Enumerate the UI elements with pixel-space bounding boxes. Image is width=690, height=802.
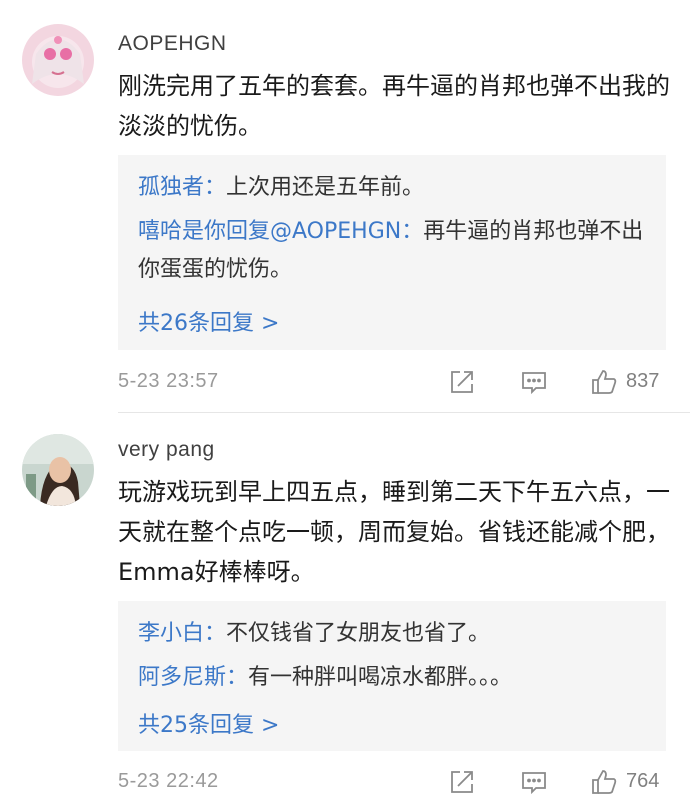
- reply-item: 阿多尼斯：有一种胖叫喝凉水都胖。。。: [138, 659, 658, 697]
- reply-author[interactable]: 孤独者：: [138, 175, 226, 200]
- share-icon[interactable]: [448, 768, 476, 796]
- comment-icon[interactable]: [520, 368, 548, 396]
- reply-text: 不仅钱省了女朋友也省了。: [226, 621, 491, 646]
- like-icon[interactable]: [590, 368, 618, 396]
- comment-text: 刚洗完用了五年的套套。再牛逼的肖邦也弹不出我的淡淡的忧伤。: [118, 72, 670, 140]
- more-replies-link[interactable]: 共26条回复 >: [138, 305, 279, 337]
- reply-box[interactable]: 李小白：不仅钱省了女朋友也省了。 阿多尼斯：有一种胖叫喝凉水都胖。。。 共25条…: [118, 601, 666, 751]
- reply-author[interactable]: 李小白：: [138, 621, 226, 646]
- username[interactable]: very pang: [118, 438, 215, 462]
- reply-author[interactable]: 阿多尼斯：: [138, 665, 248, 690]
- like-count: 837: [626, 370, 660, 392]
- reply-item: 李小白：不仅钱省了女朋友也省了。: [138, 615, 658, 653]
- timestamp: 5-23 22:42: [118, 770, 219, 792]
- reply-item: 嘻哈是你回复@AOPEHGN：再牛逼的肖邦也弹不出你蛋蛋的忧伤。: [138, 213, 658, 289]
- comment-icon[interactable]: [520, 768, 548, 796]
- reply-author[interactable]: 嘻哈是你回复@AOPEHGN：: [138, 219, 423, 244]
- comment-card: very pang 玩游戏玩到早上四五点，睡到第二天下午五六点，一天就在整个点吃…: [0, 414, 690, 798]
- more-replies-link[interactable]: 共25条回复 >: [138, 707, 279, 739]
- username[interactable]: AOPEHGN: [118, 32, 227, 56]
- reply-item: 孤独者：上次用还是五年前。: [138, 169, 658, 207]
- comment-text: 玩游戏玩到早上四五点，睡到第二天下午五六点，一天就在整个点吃一顿，周而复始。省钱…: [118, 478, 670, 586]
- avatar[interactable]: [22, 434, 94, 506]
- like-count: 764: [626, 770, 660, 792]
- like-icon[interactable]: [590, 768, 618, 796]
- meta-row: 5-23 23:57 837: [118, 362, 670, 402]
- reply-text: 有一种胖叫喝凉水都胖。。。: [248, 665, 513, 690]
- comment-card: AOPEHGN 刚洗完用了五年的套套。再牛逼的肖邦也弹不出我的淡淡的忧伤。 孤独…: [0, 0, 690, 413]
- reply-text: 上次用还是五年前。: [226, 175, 425, 200]
- timestamp: 5-23 23:57: [118, 370, 219, 392]
- reply-box[interactable]: 孤独者：上次用还是五年前。 嘻哈是你回复@AOPEHGN：再牛逼的肖邦也弹不出你…: [118, 155, 666, 350]
- share-icon[interactable]: [448, 368, 476, 396]
- divider: [118, 412, 690, 413]
- meta-row: 5-23 22:42 764: [118, 762, 670, 802]
- avatar[interactable]: [22, 24, 94, 96]
